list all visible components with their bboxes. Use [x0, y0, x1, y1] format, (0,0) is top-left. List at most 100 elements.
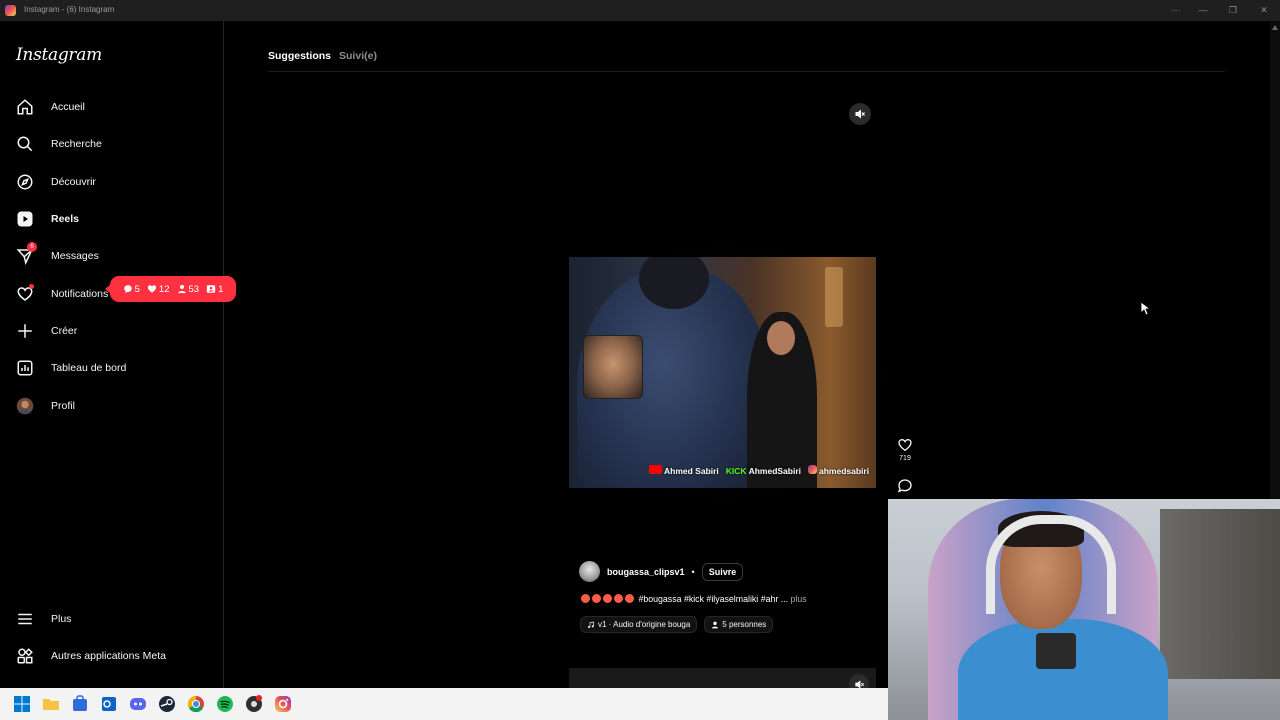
tab-suivi[interactable]: Suivi(e)	[339, 50, 377, 62]
comment-icon	[123, 285, 132, 293]
sidebar-item-accueil[interactable]: Accueil	[8, 90, 214, 124]
reel-author-row: bougassa_clipsv1 • Suivre	[579, 561, 744, 582]
streamer-webcam-overlay	[583, 335, 643, 399]
caption-text: #bougassa #kick #ilyaselmaliki #ahr ...	[638, 594, 789, 604]
sidebar-item-decouvrir[interactable]: Découvrir	[8, 165, 214, 199]
mentions-count: 1	[206, 284, 223, 295]
restore-button[interactable]: ❐	[1222, 3, 1244, 17]
reel-actions: 719	[893, 437, 917, 494]
music-note-icon	[588, 621, 594, 628]
sidebar-item-autres-applications-meta[interactable]: Autres applications Meta	[8, 639, 214, 673]
mute-toggle-button[interactable]	[849, 103, 871, 125]
heart-icon	[147, 285, 157, 293]
likes-count-badge: 12	[147, 284, 170, 295]
audio-chip[interactable]: v1 · Audio d'origine bouga	[580, 616, 698, 633]
obs-icon[interactable]	[244, 694, 264, 714]
sidebar-item-label: Tableau de bord	[51, 362, 127, 374]
home-icon	[16, 98, 34, 116]
scroll-up-arrow-icon[interactable]	[1272, 25, 1278, 30]
tabs-divider	[268, 71, 1225, 72]
youtube-icon	[649, 465, 662, 474]
taskbar	[0, 688, 888, 720]
muted-speaker-icon	[855, 109, 865, 119]
emoji-icon	[592, 594, 601, 603]
notifications-popup[interactable]: 5 12 53 1	[105, 276, 236, 302]
webcam-background-shelf	[1160, 509, 1280, 679]
sidebar-item-label: Découvrir	[51, 176, 96, 188]
caption-more-link[interactable]: plus	[791, 594, 807, 604]
video-face	[767, 321, 795, 355]
reel-meta-row: v1 · Audio d'origine bouga 5 personnes	[580, 616, 774, 633]
people-tag-chip[interactable]: 5 personnes	[704, 616, 774, 633]
video-light	[825, 267, 843, 327]
reel-video[interactable]: Ahmed Sabiri KICK AhmedSabiri ahmedsabiri	[569, 257, 876, 488]
menu-icon	[16, 610, 34, 628]
instagram-logo[interactable]: Instagram	[16, 45, 102, 65]
tag-icon	[206, 285, 216, 293]
comments-count: 5	[123, 284, 140, 295]
window-title-bar: Instagram - (6) Instagram ··· — ❐ ✕	[0, 0, 1280, 21]
chrome-icon[interactable]	[186, 694, 206, 714]
person-icon	[712, 621, 719, 628]
emoji-icon	[614, 594, 623, 603]
chart-icon	[16, 359, 34, 377]
windows-start-icon[interactable]	[12, 694, 32, 714]
tab-suggestions[interactable]: Suggestions	[268, 50, 331, 62]
feed-tabs: Suggestions Suivi(e)	[268, 50, 377, 62]
mouse-cursor-icon	[1141, 302, 1151, 316]
heart-icon	[898, 438, 912, 452]
steam-icon[interactable]	[157, 694, 177, 714]
next-reel-video[interactable]	[569, 668, 876, 688]
sidebar-item-messages[interactable]: 6 Messages	[8, 239, 214, 273]
instagram-app-icon	[5, 5, 16, 16]
file-explorer-icon[interactable]	[41, 694, 61, 714]
sidebar-item-label: Créer	[51, 325, 78, 337]
sidebar-item-reels[interactable]: Reels	[8, 202, 214, 236]
likes-count: 719	[899, 455, 911, 462]
meta-apps-icon	[16, 647, 34, 665]
compass-icon	[16, 173, 34, 191]
sidebar-item-recherche[interactable]: Recherche	[8, 127, 214, 161]
notification-dot	[29, 284, 34, 289]
spotify-icon[interactable]	[215, 694, 235, 714]
discord-icon[interactable]	[128, 694, 148, 714]
plus-icon	[16, 322, 34, 340]
webcam-microphone	[1036, 633, 1076, 669]
reel-caption: #bougassa #kick #ilyaselmaliki #ahr ... …	[581, 594, 807, 604]
person-icon	[177, 284, 186, 294]
comment-button[interactable]	[893, 478, 917, 494]
emoji-icon	[603, 594, 612, 603]
minimize-button[interactable]: —	[1192, 3, 1214, 17]
close-button[interactable]: ✕	[1253, 3, 1275, 17]
like-button[interactable]	[893, 437, 917, 453]
more-options-icon[interactable]: ···	[1165, 3, 1187, 17]
kick-logo: KICK	[725, 465, 747, 476]
sidebar-item-profil[interactable]: Profil	[8, 389, 214, 423]
heart-icon	[16, 284, 34, 303]
instagram-icon	[808, 465, 818, 474]
sidebar-item-plus[interactable]: Plus	[8, 602, 214, 636]
sidebar-item-label: Recherche	[51, 138, 102, 150]
follow-button[interactable]: Suivre	[701, 562, 744, 581]
comment-icon	[897, 479, 912, 493]
sidebar-item-creer[interactable]: Créer	[8, 314, 214, 348]
sidebar-item-tableau-de-bord[interactable]: Tableau de bord	[8, 351, 214, 385]
search-icon	[16, 135, 34, 153]
outlook-icon[interactable]	[99, 694, 119, 714]
author-username[interactable]: bougassa_clipsv1	[607, 567, 685, 577]
window-title: Instagram - (6) Instagram	[24, 5, 115, 14]
messages-badge: 6	[27, 242, 37, 252]
avatar[interactable]	[579, 561, 600, 582]
separator-dot: •	[691, 566, 695, 577]
sidebar-item-label: Notifications	[51, 288, 109, 300]
video-watermark: Ahmed Sabiri KICK AhmedSabiri ahmedsabiri	[649, 465, 869, 476]
sidebar-item-label: Reels	[51, 213, 80, 225]
sidebar-item-label: Accueil	[51, 101, 85, 113]
store-icon[interactable]	[70, 694, 90, 714]
avatar	[16, 397, 34, 415]
sidebar: Instagram Accueil Recherche Découvrir Re…	[0, 21, 224, 688]
sidebar-item-label: Plus	[51, 613, 72, 625]
sidebar-item-label: Profil	[51, 400, 75, 412]
instagram-icon[interactable]	[273, 694, 293, 714]
webcam-headset	[986, 515, 1116, 614]
